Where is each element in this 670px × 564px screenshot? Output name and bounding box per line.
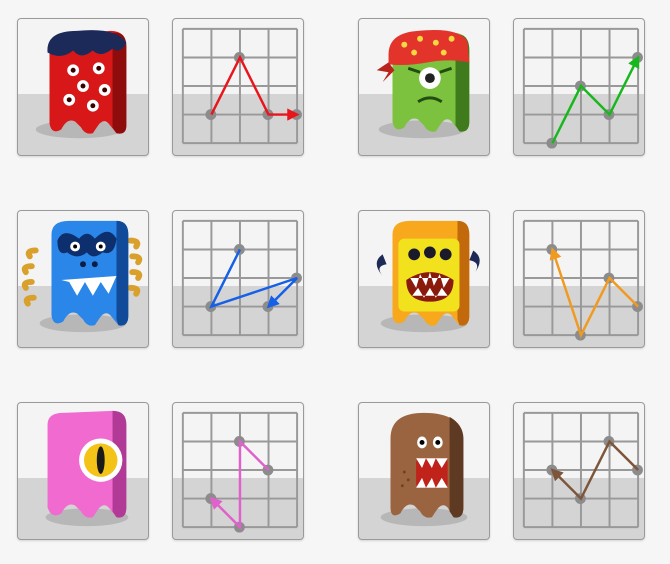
pattern-card-3[interactable] bbox=[172, 210, 304, 348]
pink-monster-icon bbox=[45, 410, 129, 527]
blue-monster-icon bbox=[21, 220, 143, 333]
monster-card-4[interactable] bbox=[358, 210, 490, 348]
monster-card-1[interactable] bbox=[17, 18, 149, 156]
pattern-path bbox=[209, 438, 270, 531]
pattern-grid-green bbox=[522, 27, 643, 149]
pattern-card-1[interactable] bbox=[172, 18, 304, 156]
pattern-grid-brown bbox=[522, 411, 643, 529]
pattern-grid-pink bbox=[181, 411, 299, 533]
pattern-card-4[interactable] bbox=[513, 210, 645, 348]
red-monster-icon bbox=[35, 30, 127, 139]
green-monster-icon bbox=[376, 29, 470, 139]
pattern-card-2[interactable] bbox=[513, 18, 645, 156]
orange-monster-icon bbox=[376, 220, 480, 333]
monster-card-2[interactable] bbox=[358, 18, 490, 156]
pattern-grid-red bbox=[181, 27, 302, 145]
pattern-grid-blue bbox=[181, 219, 302, 337]
pattern-grid-orange bbox=[522, 219, 643, 341]
pattern-card-6[interactable] bbox=[513, 402, 645, 540]
pattern-path bbox=[549, 247, 639, 339]
monster-card-3[interactable] bbox=[17, 210, 149, 348]
pattern-path bbox=[551, 55, 640, 144]
pattern-card-5[interactable] bbox=[172, 402, 304, 540]
brown-monster-icon bbox=[380, 412, 468, 527]
monster-card-6[interactable] bbox=[358, 402, 490, 540]
pattern-node bbox=[546, 244, 558, 255]
monster-card-5[interactable] bbox=[17, 402, 149, 540]
